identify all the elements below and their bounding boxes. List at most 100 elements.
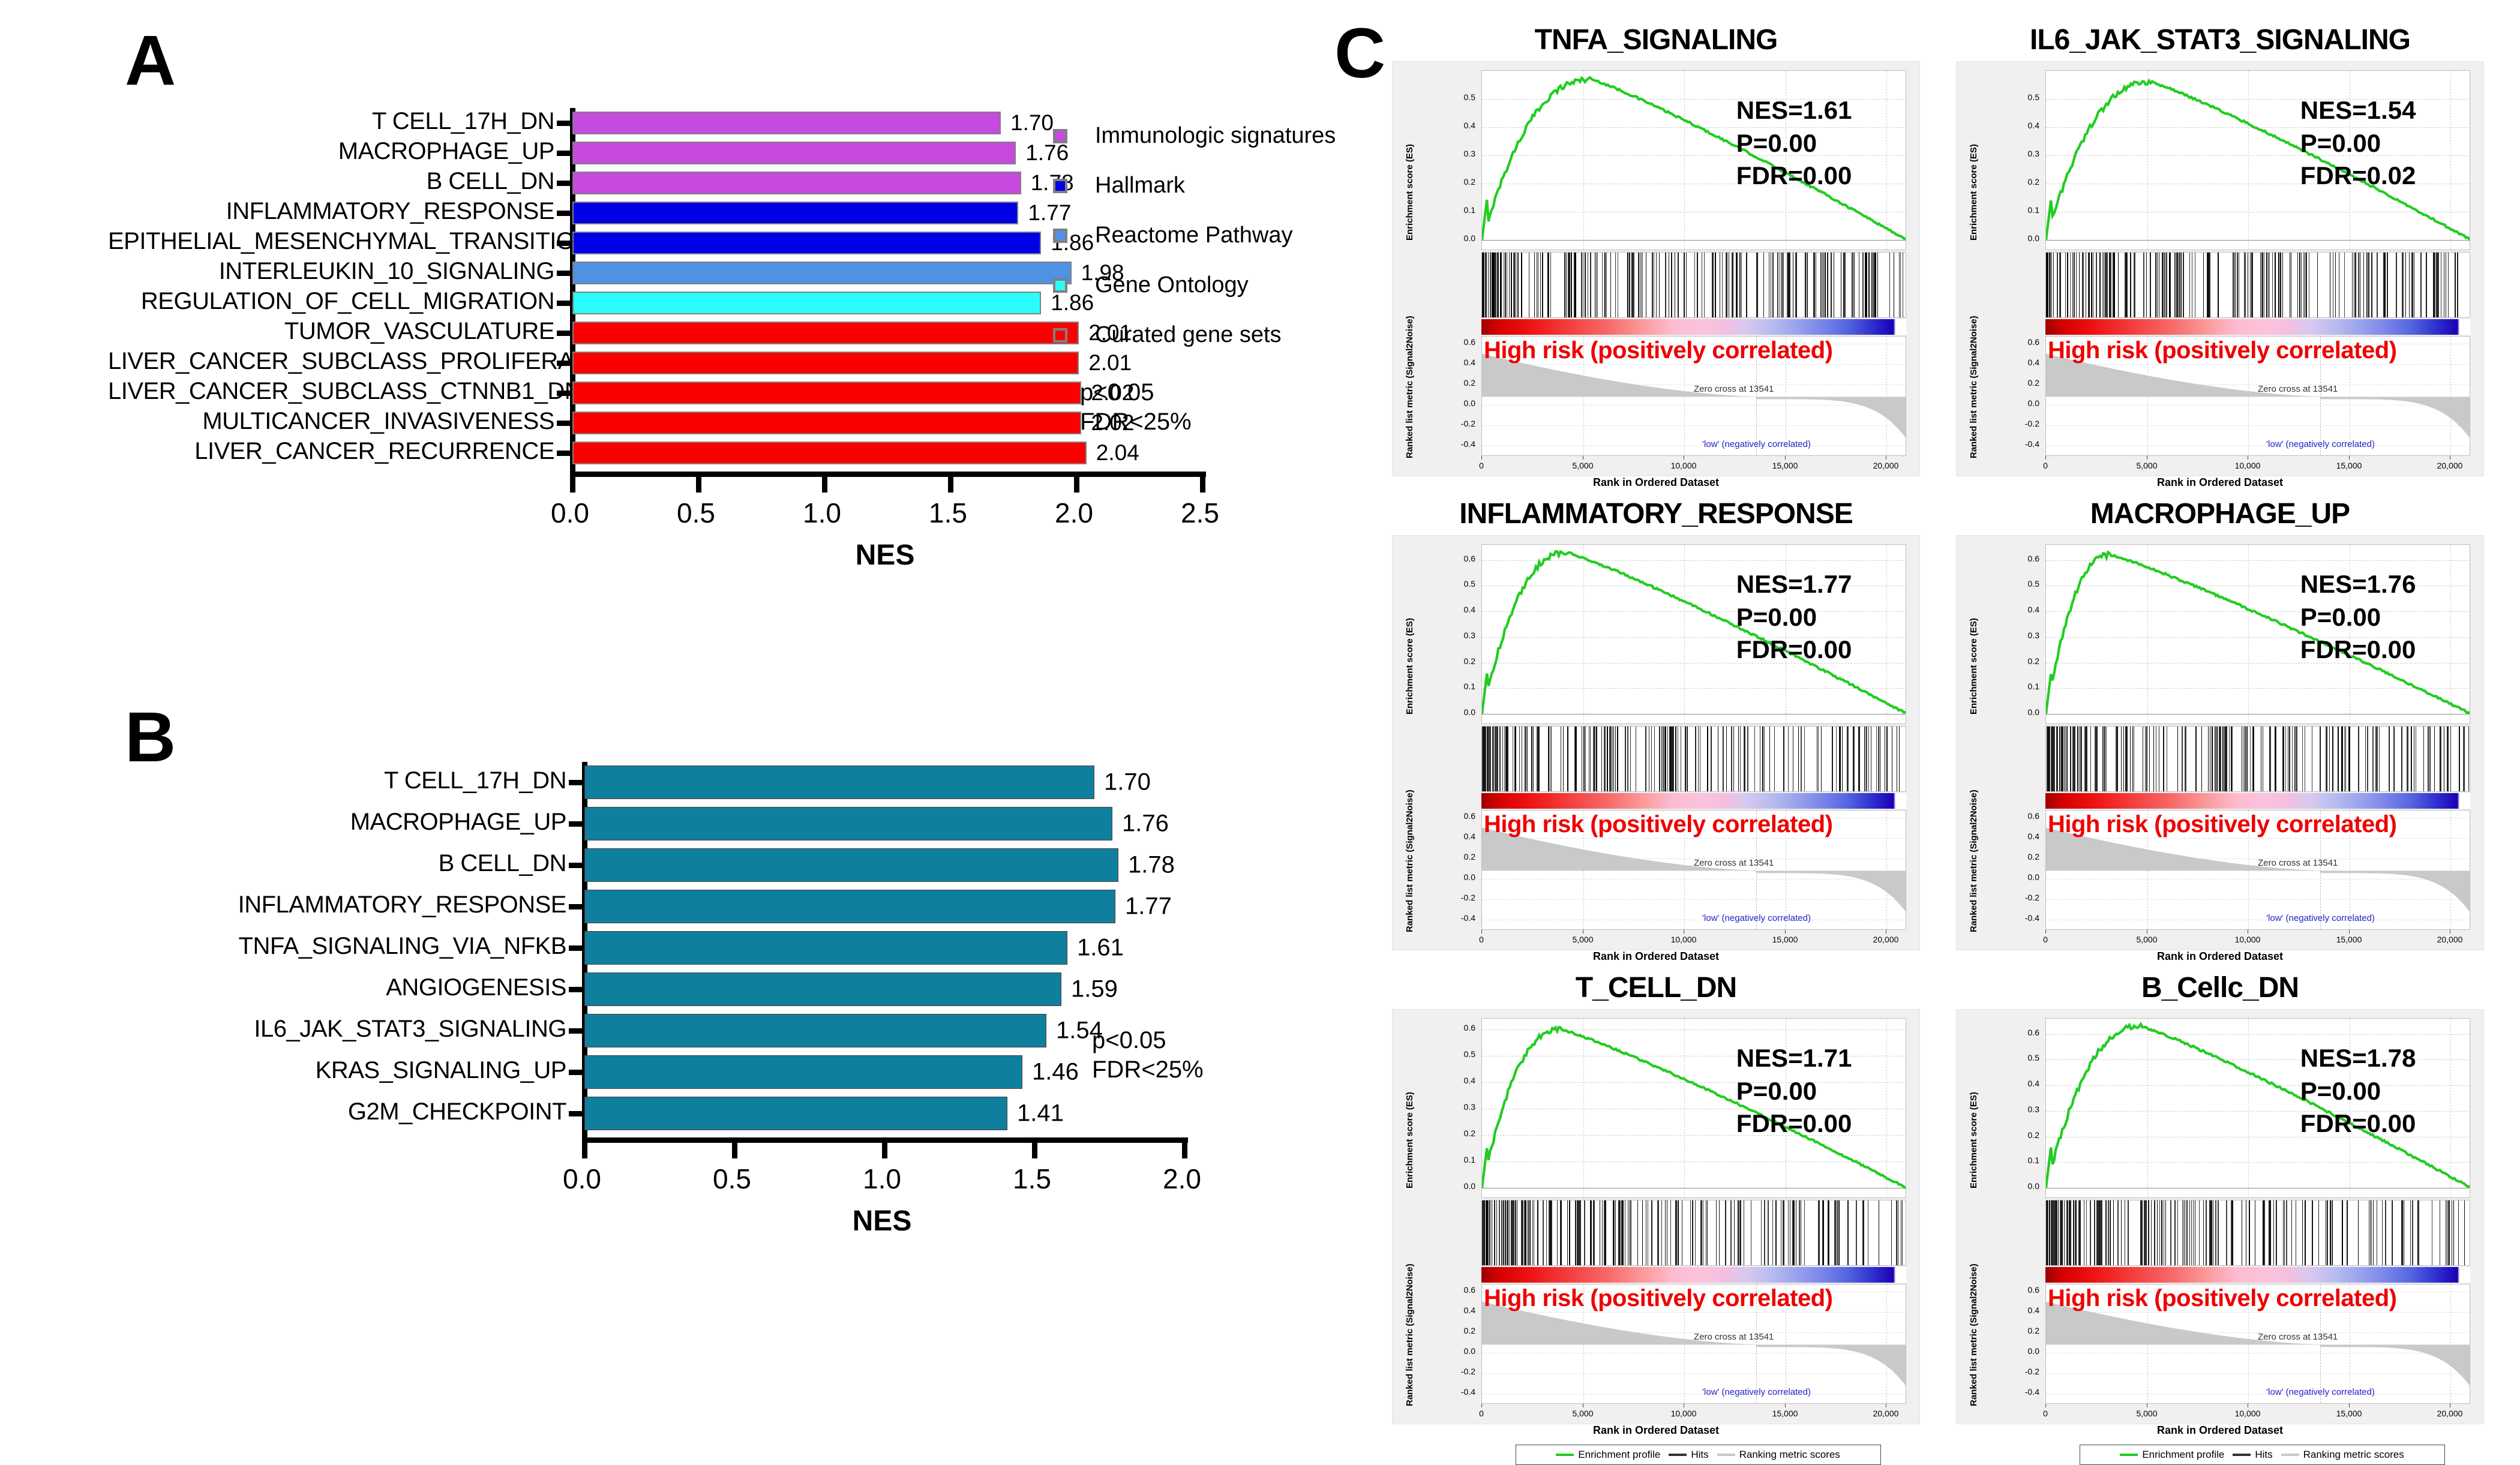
gsea-plot-body: Enrichment score (ES) 0.0 0.1 0.2 0.3 0.4 0.5 0… (1956, 535, 2484, 991)
x-tick-label: 2.5 (1181, 497, 1219, 529)
rank-y-tick-label: 0.0 (1463, 1346, 1475, 1356)
bar (584, 1055, 1022, 1089)
rank-y-tick-label: 0.4 (2027, 831, 2039, 841)
bar (584, 931, 1067, 965)
legend-label: Hallmark (1095, 173, 1185, 198)
x-tick-label: 15,000 (1772, 1409, 1798, 1418)
legend-swatch-icon (1053, 228, 1067, 243)
legend-item: Curated gene sets (1053, 322, 1282, 348)
bar (572, 232, 1042, 254)
es-y-axis-label: Enrichment score (ES) (1405, 144, 1415, 241)
bar-value-label: 1.70 (1104, 768, 1151, 795)
x-axis-title: Rank in Ordered Dataset (2156, 950, 2284, 962)
bar (572, 292, 1042, 314)
category-label: INFLAMMATORY_RESPONSE (238, 891, 567, 918)
gsea-plot-body: Enrichment score (ES) 0.0 0.1 0.2 0.3 0.4 0.5 0… (1392, 535, 1920, 991)
panel-b: B T CELL_17H_DN 1.70 MACROPHAGE_UP 1.76 B CE… (0, 672, 1344, 1368)
x-tick-label: 20,000 (1873, 1409, 1899, 1418)
x-tick-label: 10,000 (2234, 461, 2261, 470)
fdr-value: FDR=0.00 (1736, 635, 1852, 664)
gsea-legend-label: Enrichment profile (2142, 1449, 2225, 1460)
x-tick-label: 20,000 (1873, 461, 1899, 470)
es-y-tick-label: 0.1 (1463, 1155, 1475, 1164)
bar-value-label: 1.77 (1125, 893, 1172, 920)
category-label: ANGIOGENESIS (386, 974, 566, 1001)
nes-value: NES=1.54 (2300, 96, 2416, 124)
gene-hits-plot (1481, 1200, 1906, 1266)
gsea-plot-body: Enrichment score (ES) 0.0 0.1 0.2 0.3 0.4 0.5 … (1392, 61, 1920, 517)
low-correlated-label: 'low' (negatively correlated) (1702, 913, 1811, 923)
high-risk-label: High risk (positively correlated) (2048, 337, 2397, 364)
es-y-tick-label: 0.4 (1463, 1076, 1475, 1085)
legend-label: Curated gene sets (1095, 322, 1282, 347)
es-y-axis-label: Enrichment score (ES) (1969, 618, 1979, 715)
es-y-tick-label: 0.0 (1463, 707, 1475, 717)
x-tick-label: 10,000 (1670, 935, 1697, 944)
low-correlated-label: 'low' (negatively correlated) (1702, 1387, 1811, 1397)
x-axis-title: NES (852, 1205, 912, 1237)
es-y-tick-label: 0.2 (1463, 656, 1475, 666)
es-y-tick-label: 0.1 (2027, 205, 2039, 215)
es-y-tick-label: 0.3 (2027, 631, 2039, 640)
rank-y-tick-label: 0.4 (2027, 1305, 2039, 1315)
category-label: G2M_CHECKPOINT (347, 1098, 567, 1125)
bar (572, 322, 1079, 344)
rank-y-tick-label: 0.4 (1463, 831, 1475, 841)
rank-y-tick-label: 0.0 (1463, 872, 1475, 882)
bar (584, 1013, 1046, 1047)
es-y-tick-label: 0.1 (2027, 682, 2039, 691)
y-tick (569, 945, 583, 951)
x-tick-label: 15,000 (2336, 461, 2362, 470)
rank-y-tick-label: 0.6 (2027, 337, 2039, 347)
es-y-tick-label: 0.0 (2027, 233, 2039, 243)
es-y-tick-label: 0.6 (2027, 554, 2039, 563)
x-tick (2349, 1404, 2350, 1407)
y-tick (569, 863, 583, 869)
phenotype-color-strip (2045, 793, 2470, 809)
phenotype-color-strip (1481, 319, 1906, 335)
y-tick (557, 211, 571, 216)
es-y-tick-label: 0.5 (1463, 1049, 1475, 1059)
es-y-tick-label: 0.6 (1463, 554, 1475, 563)
bar (584, 765, 1094, 800)
bar (572, 382, 1082, 404)
rank-y-tick-label: -0.4 (1460, 439, 1475, 449)
x-tick-label: 0.5 (677, 497, 715, 529)
gsea-plot: INFLAMMATORY_RESPONSE Enrichment score (E… (1392, 496, 1920, 991)
es-y-tick-label: 0.4 (1463, 121, 1475, 130)
p-value: P=0.00 (1736, 1076, 1817, 1105)
category-label: TNFA_SIGNALING_VIA_NFKB (238, 933, 567, 959)
es-y-tick-label: 0.0 (2027, 707, 2039, 717)
x-tick-label: 2.0 (1163, 1163, 1201, 1194)
es-y-tick-label: 0.4 (1463, 605, 1475, 614)
gsea-legend-label: Ranking metric scores (2303, 1449, 2404, 1460)
x-tick (1785, 456, 1786, 460)
bar (572, 112, 1001, 134)
gene-hits-plot (2045, 1200, 2470, 1266)
x-tick (1481, 930, 1482, 933)
x-tick (1032, 1143, 1037, 1158)
gsea-legend: Enrichment profile Hits Ranking metric s… (2079, 1445, 2445, 1465)
gsea-plot: TNFA_SIGNALING Enrichment score (ES) 0.0 0.… (1392, 22, 1920, 517)
gsea-legend-label: Hits (2255, 1449, 2273, 1460)
rank-y-axis-label: Ranked list metric (Signal2Noise) (1969, 316, 1979, 458)
nes-value: NES=1.76 (2300, 570, 2416, 598)
es-y-tick-label: 0.6 (2027, 1028, 2039, 1037)
es-y-tick-label: 0.3 (2027, 1104, 2039, 1114)
rank-y-tick-label: -0.4 (2024, 913, 2039, 923)
y-tick (569, 1028, 583, 1034)
rank-y-tick-label: 0.0 (1463, 398, 1475, 408)
es-y-tick-label: 0.5 (2027, 92, 2039, 102)
bar (572, 202, 1019, 224)
gsea-legend-swatch-icon (2120, 1454, 2138, 1456)
x-tick-label: 10,000 (1670, 1409, 1697, 1418)
rank-y-tick-label: -0.4 (2024, 439, 2039, 449)
p-value: P=0.00 (2300, 1076, 2381, 1105)
es-y-tick-label: 0.0 (1463, 233, 1475, 243)
rank-y-tick-label: 0.4 (2027, 358, 2039, 367)
y-tick (557, 271, 571, 276)
phenotype-color-strip (1481, 1267, 1906, 1283)
panel-c-letter: C (1334, 14, 1385, 93)
category-label: INTERLEUKIN_10_SIGNALING (218, 258, 555, 284)
gsea-plot: T_CELL_DN Enrichment score (ES) 0.0 0.1 0.2 0… (1392, 969, 1920, 1465)
